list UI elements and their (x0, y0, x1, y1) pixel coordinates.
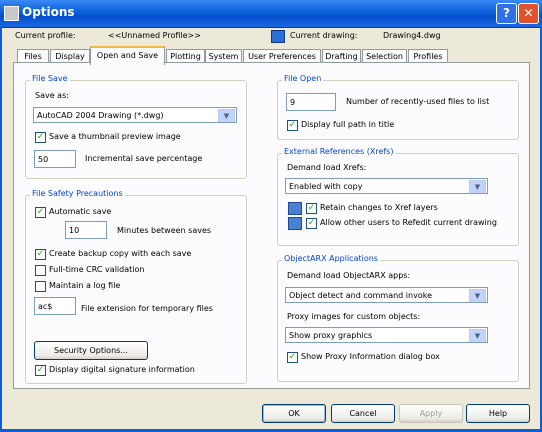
tab-drafting[interactable]: Drafting (322, 49, 361, 63)
minutes-label: Minutes between saves (117, 226, 212, 235)
file-open-title: File Open (282, 74, 324, 83)
drawing-icon (271, 30, 285, 43)
chevron-down-icon[interactable]: ▼ (469, 289, 486, 302)
current-profile-label: Current profile: (15, 31, 76, 40)
recent-files-label: Number of recently-used files to list (346, 97, 490, 106)
objectarx-demand-label: Demand load ObjectARX apps: (287, 271, 411, 280)
tab-plotting[interactable]: Plotting (166, 49, 205, 63)
current-drawing-label: Current drawing: (290, 31, 358, 40)
title-bar[interactable] (0, 0, 542, 28)
log-file-checkbox[interactable] (35, 281, 46, 292)
incremental-save-label: Incremental save percentage (85, 154, 203, 163)
thumbnail-checkbox[interactable]: ✓ (35, 132, 46, 143)
ok-button[interactable]: OK (262, 404, 326, 423)
temp-extension-input[interactable]: ac$ (34, 297, 76, 315)
objectarx-demand-value: Object detect and command invoke (289, 291, 432, 300)
security-options-button[interactable]: Security Options... (34, 341, 148, 360)
proxy-images-dropdown[interactable]: Show proxy graphics ▼ (285, 327, 488, 343)
help-button[interactable]: Help (466, 404, 530, 423)
drawing-setting-icon (288, 202, 302, 215)
app-icon (4, 6, 19, 21)
help-icon[interactable]: ? (496, 3, 517, 24)
tab-system[interactable]: System (205, 49, 242, 63)
cancel-button[interactable]: Cancel (331, 404, 395, 423)
chevron-down-icon[interactable]: ▼ (469, 180, 486, 193)
tab-user-preferences[interactable]: User Preferences (243, 49, 321, 63)
backup-checkbox[interactable]: ✓ (35, 249, 46, 260)
apply-button[interactable]: Apply (399, 404, 463, 423)
recent-files-input[interactable]: 9 (286, 93, 336, 111)
xrefs-demand-label: Demand load Xrefs: (287, 163, 367, 172)
signature-label: Display digital signature information (49, 365, 195, 374)
proxy-dialog-checkbox[interactable]: ✓ (287, 352, 298, 363)
proxy-dialog-label: Show Proxy Information dialog box (301, 352, 440, 361)
tab-selection[interactable]: Selection (362, 49, 407, 63)
tab-files[interactable]: Files (17, 49, 49, 63)
minutes-input[interactable]: 10 (65, 221, 107, 239)
chevron-down-icon[interactable]: ▼ (218, 109, 235, 122)
thumbnail-label: Save a thumbnail preview image (49, 132, 181, 141)
allow-refedit-checkbox[interactable]: ✓ (306, 218, 317, 229)
close-icon[interactable]: ✕ (518, 3, 539, 24)
crc-checkbox[interactable] (35, 265, 46, 276)
objectarx-demand-dropdown[interactable]: Object detect and command invoke ▼ (285, 287, 488, 303)
autosave-checkbox[interactable]: ✓ (35, 207, 46, 218)
crc-label: Full-time CRC validation (49, 265, 145, 274)
tab-display[interactable]: Display (50, 49, 90, 63)
save-as-dropdown[interactable]: AutoCAD 2004 Drawing (*.dwg) ▼ (33, 107, 237, 123)
save-as-value: AutoCAD 2004 Drawing (*.dwg) (37, 111, 164, 120)
retain-changes-label: Retain changes to Xref layers (320, 203, 438, 212)
objectarx-title: ObjectARX Applications (282, 254, 380, 263)
signature-checkbox[interactable]: ✓ (35, 365, 46, 376)
allow-refedit-label: Allow other users to Refedit current dra… (320, 218, 497, 227)
save-as-label: Save as: (35, 91, 69, 100)
temp-extension-label: File extension for temporary files (81, 304, 213, 313)
xrefs-demand-value: Enabled with copy (289, 182, 363, 191)
drawing-setting-icon (288, 217, 302, 230)
incremental-save-input[interactable]: 50 (34, 150, 76, 168)
file-safety-title: File Safety Precautions (30, 189, 125, 198)
log-file-label: Maintain a log file (49, 281, 121, 290)
autosave-label: Automatic save (49, 207, 112, 216)
tab-profiles[interactable]: Profiles (408, 49, 448, 63)
window-title: Options (22, 5, 75, 19)
tab-open-and-save[interactable]: Open and Save (90, 46, 165, 65)
full-path-checkbox[interactable]: ✓ (287, 120, 298, 131)
backup-label: Create backup copy with each save (49, 249, 192, 258)
current-drawing-value: Drawing4.dwg (383, 31, 441, 40)
proxy-images-value: Show proxy graphics (289, 331, 373, 340)
file-save-title: File Save (30, 74, 70, 83)
proxy-images-label: Proxy images for custom objects: (287, 312, 421, 321)
xrefs-demand-dropdown[interactable]: Enabled with copy ▼ (285, 178, 488, 194)
retain-changes-checkbox[interactable]: ✓ (306, 203, 317, 214)
xrefs-title: External References (Xrefs) (282, 147, 396, 156)
current-profile-value: <<Unnamed Profile>> (108, 31, 201, 40)
chevron-down-icon[interactable]: ▼ (469, 329, 486, 342)
full-path-label: Display full path in title (301, 120, 395, 129)
